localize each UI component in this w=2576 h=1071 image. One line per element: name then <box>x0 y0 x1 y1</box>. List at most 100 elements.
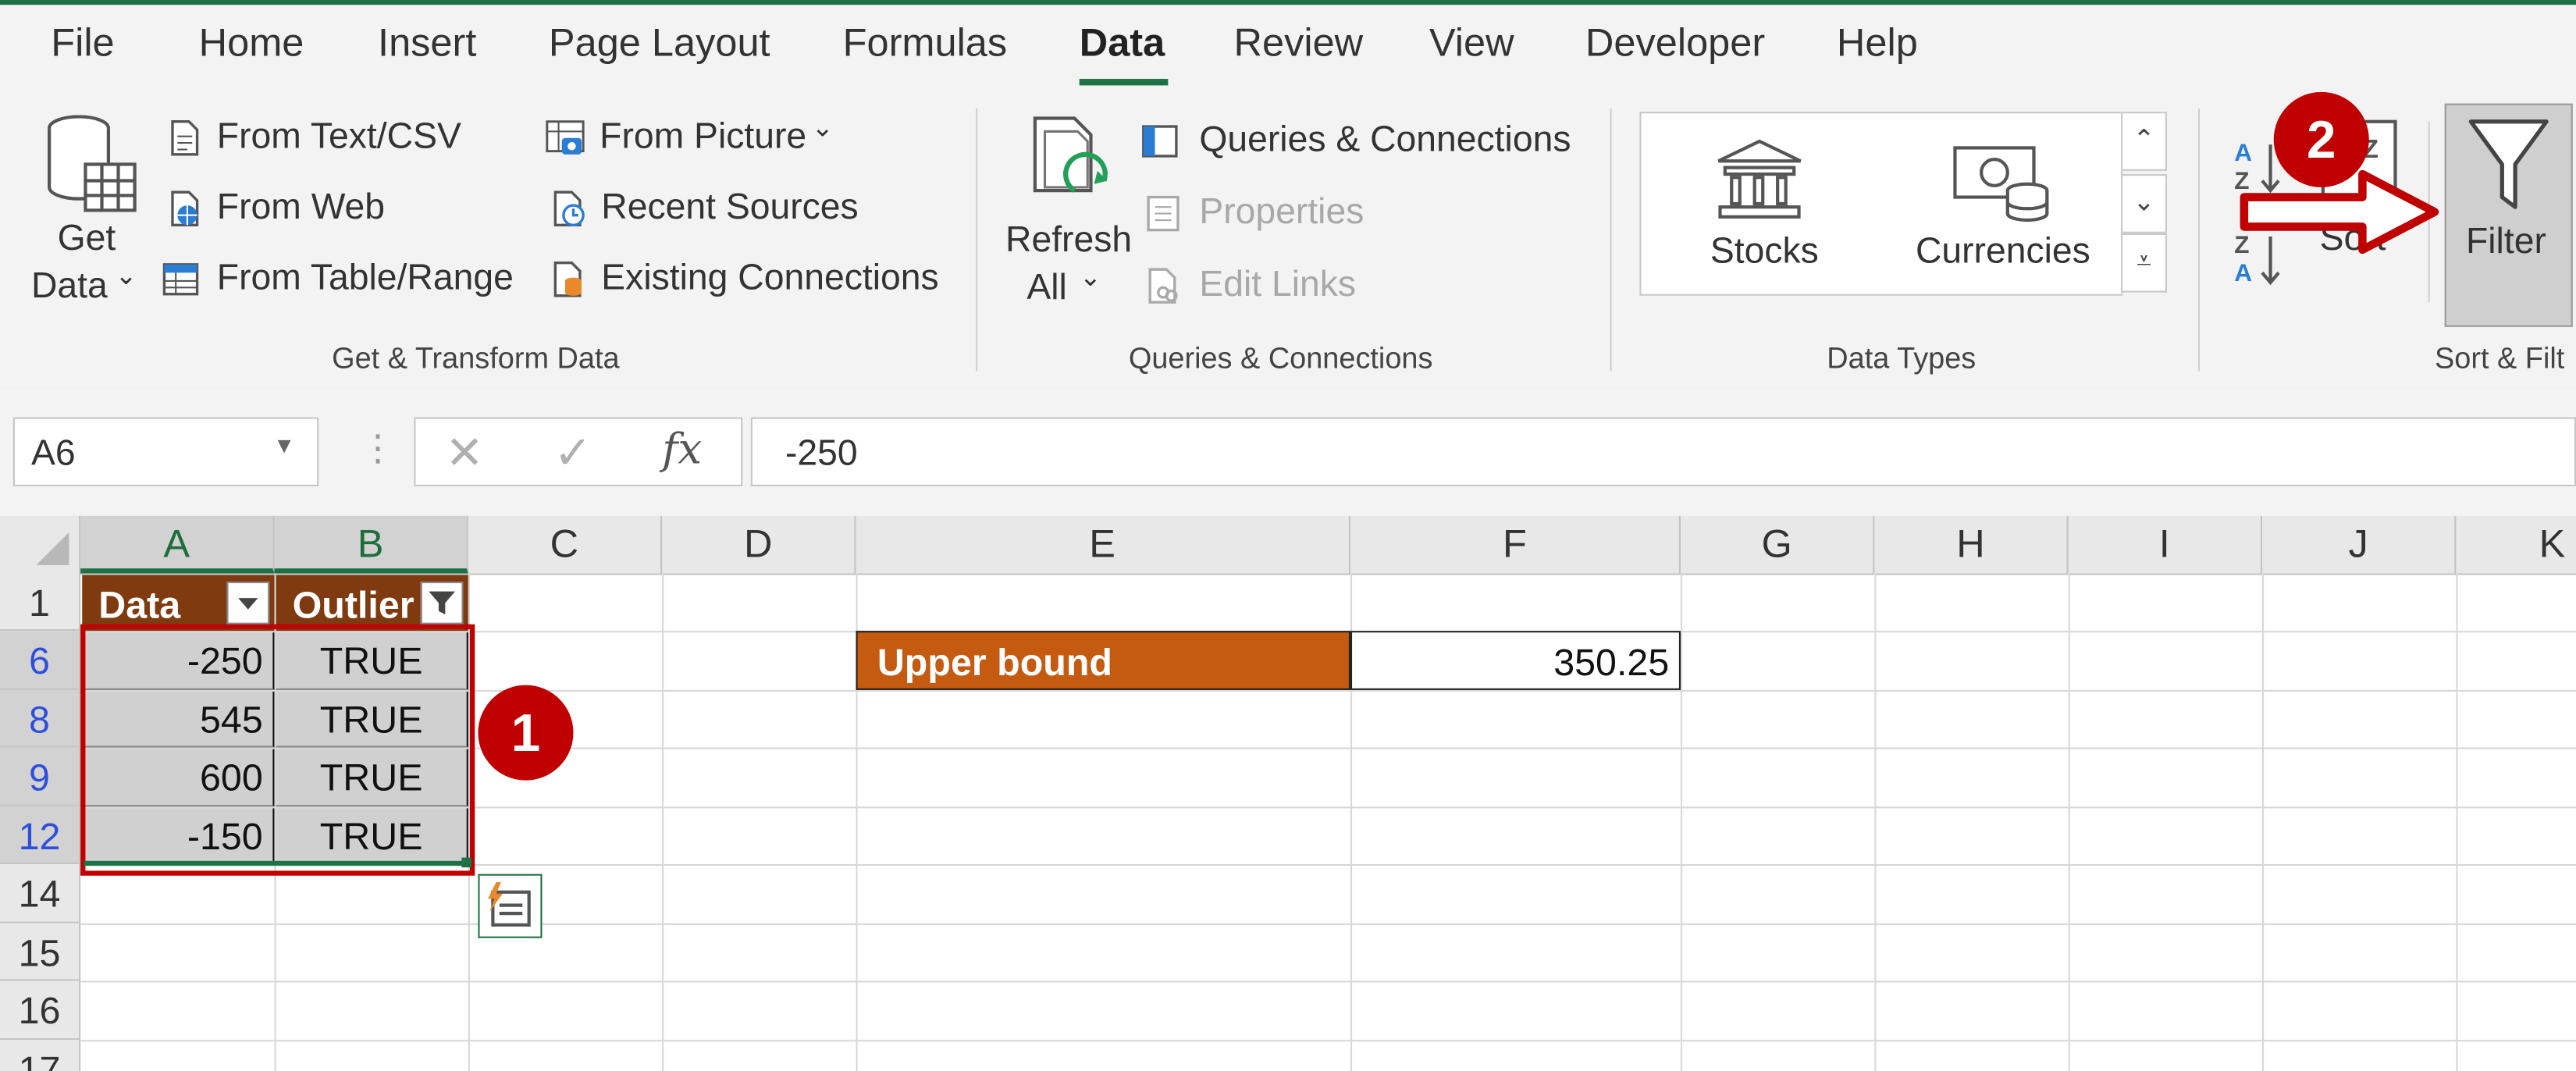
more-options-icon[interactable]: ⋮ <box>360 427 396 470</box>
column-header-k[interactable]: K <box>2456 516 2576 574</box>
row-header-6[interactable]: 6 <box>0 631 81 690</box>
refresh-label-2: All <box>1026 265 1067 308</box>
column-header-j[interactable]: J <box>2262 515 2457 574</box>
column-header-g[interactable]: G <box>1681 515 1875 574</box>
gridline <box>80 1040 2576 1042</box>
currency-icon <box>1953 146 2049 222</box>
cancel-icon[interactable]: ✕ <box>445 425 483 479</box>
tab-view[interactable]: View <box>1429 21 1514 67</box>
currencies-button[interactable]: Currencies <box>1905 128 2103 286</box>
group-label-get-transform: Get & Transform Data <box>332 341 620 375</box>
queries-connections-button[interactable]: Queries & Connections <box>1140 119 1584 168</box>
gridline <box>80 980 2576 983</box>
row-header-1[interactable]: 1 <box>0 573 81 632</box>
from-table-range-label: From Table/Range <box>216 256 514 297</box>
from-web-button[interactable]: From Web <box>161 186 489 235</box>
row-header-9[interactable]: 9 <box>0 747 81 807</box>
filter-button[interactable]: Filter <box>2444 103 2573 327</box>
table-header-label: Data <box>98 583 181 626</box>
table-icon <box>161 260 201 300</box>
quick-analysis-button[interactable] <box>478 874 543 938</box>
column-header-b[interactable]: B <box>274 515 468 574</box>
row-header-15[interactable]: 15 <box>0 923 81 981</box>
insert-function-icon[interactable]: fx <box>662 425 702 475</box>
ribbon-tab-bar: File Home Insert Page Layout Formulas Da… <box>0 5 2576 96</box>
edit-links-icon <box>1144 266 1183 306</box>
column-header-c[interactable]: C <box>468 515 663 574</box>
column-header-h[interactable]: H <box>1874 515 2069 574</box>
row-header-16[interactable]: 16 <box>0 980 81 1041</box>
svg-text:A: A <box>2234 258 2252 286</box>
edit-links-label: Edit Links <box>1199 262 1357 304</box>
formula-buttons: ✕ ✓ fx <box>414 417 743 486</box>
stocks-button[interactable]: Stocks <box>1676 128 1847 286</box>
tab-insert[interactable]: Insert <box>378 21 476 67</box>
chevron-down-icon: ⌄ <box>115 262 137 291</box>
formula-input[interactable]: -250 <box>750 417 2576 486</box>
group-label-sort-filter: Sort & Filt <box>2435 341 2565 375</box>
queries-pane-icon <box>1140 122 1180 162</box>
get-data-label-2: Data <box>30 264 108 306</box>
chevron-down-icon: ⌄ <box>811 115 834 144</box>
gallery-scroll-up-button[interactable]: ⌃ <box>2121 112 2167 171</box>
gridline <box>1874 573 1877 1071</box>
properties-button[interactable]: Properties <box>1140 190 1469 240</box>
upper-bound-label-cell[interactable]: Upper bound <box>856 631 1350 690</box>
column-header-f[interactable]: F <box>1350 515 1681 574</box>
tab-help[interactable]: Help <box>1837 21 1918 67</box>
column-header-i[interactable]: I <box>2069 515 2263 574</box>
gridline <box>2262 573 2265 1071</box>
row-header-8[interactable]: 8 <box>0 689 81 748</box>
upper-bound-value-cell[interactable]: 350.25 <box>1350 631 1681 690</box>
gridline <box>2456 573 2458 1071</box>
currencies-label: Currencies <box>1915 230 2090 272</box>
filter-active-button[interactable] <box>420 582 464 624</box>
refresh-icon <box>1033 116 1108 193</box>
dropdown-arrow-icon[interactable]: ▾ <box>278 429 291 461</box>
filter-funnel-icon <box>429 591 455 615</box>
gridline <box>662 573 664 1071</box>
row-header-17[interactable]: 17 <box>0 1040 81 1071</box>
chevron-down-icon: ⌄ <box>2133 189 2155 217</box>
recent-sources-button[interactable]: Recent Sources <box>543 186 871 235</box>
tab-file[interactable]: File <box>51 21 114 67</box>
group-label-queries: Queries & Connections <box>1128 341 1433 375</box>
select-all-corner[interactable] <box>0 515 81 574</box>
existing-connections-label: Existing Connections <box>601 256 939 297</box>
gallery-scroll-down-button[interactable]: ⌄ <box>2121 174 2167 233</box>
gridline <box>1680 573 1683 1071</box>
quick-analysis-icon <box>488 882 531 927</box>
filter-label: Filter <box>2465 220 2546 262</box>
column-header-e[interactable]: E <box>856 515 1350 574</box>
tab-data[interactable]: Data <box>1080 21 1165 67</box>
active-tab-indicator <box>1079 79 1169 86</box>
recent-clock-icon <box>549 189 589 229</box>
expand-gallery-icon: ⩡ <box>2136 247 2151 276</box>
tab-formulas[interactable]: Formulas <box>843 21 1008 67</box>
tab-review[interactable]: Review <box>1234 21 1364 67</box>
from-text-csv-button[interactable]: From Text/CSV <box>161 115 489 164</box>
filter-dropdown-button[interactable] <box>226 582 270 624</box>
tab-page-layout[interactable]: Page Layout <box>549 21 770 67</box>
edit-links-button[interactable]: Edit Links <box>1140 263 1469 312</box>
tab-home[interactable]: Home <box>199 21 304 67</box>
gallery-more-button[interactable]: ⩡ <box>2121 233 2167 293</box>
tab-developer[interactable]: Developer <box>1585 21 1765 67</box>
name-box[interactable]: A6 ▾ <box>12 417 319 486</box>
existing-connections-button[interactable]: Existing Connections <box>543 256 939 305</box>
selection-border <box>84 860 468 866</box>
get-data-button[interactable]: Get Data ⌄ <box>23 109 151 312</box>
from-table-range-button[interactable]: From Table/Range <box>161 256 522 305</box>
from-picture-button[interactable]: From Picture ⌄ <box>543 115 871 164</box>
picture-table-icon <box>546 119 585 158</box>
refresh-all-button[interactable]: Refresh All ⌄ <box>999 109 1137 312</box>
excel-window: File Home Insert Page Layout Formulas Da… <box>0 0 2576 1071</box>
column-header-a[interactable]: A <box>80 515 275 574</box>
confirm-check-icon[interactable]: ✓ <box>553 425 592 479</box>
row-header-14[interactable]: 14 <box>0 864 81 923</box>
row-header-12[interactable]: 12 <box>0 806 81 865</box>
fill-handle[interactable] <box>461 857 472 868</box>
dropdown-arrow-icon <box>238 598 258 610</box>
properties-label: Properties <box>1199 190 1364 232</box>
column-header-d[interactable]: D <box>662 515 856 574</box>
